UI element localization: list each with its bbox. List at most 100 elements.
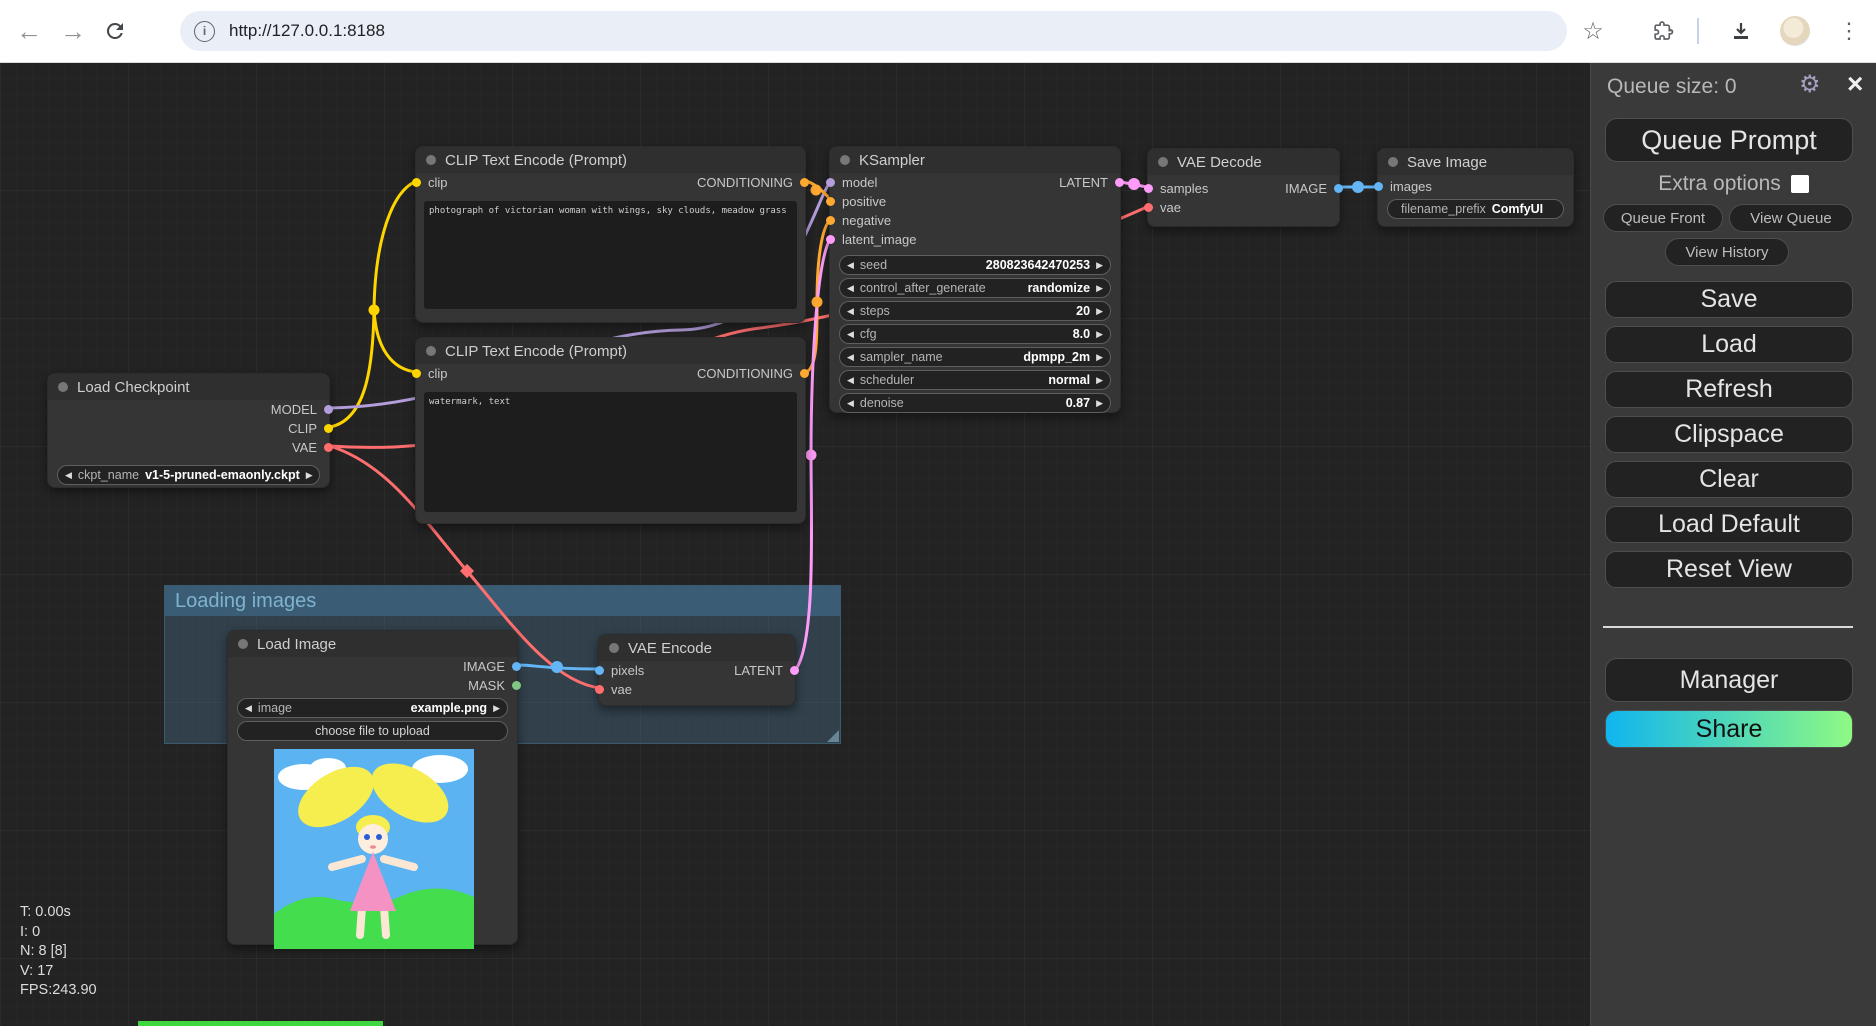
output-socket-image[interactable]	[1334, 184, 1343, 193]
widget-denoise[interactable]: ◀denoise0.87▶	[839, 393, 1111, 413]
reload-icon[interactable]	[100, 16, 130, 46]
widget-image-select[interactable]: ◀imageexample.png▶	[237, 698, 508, 718]
close-icon[interactable]: ×	[1847, 68, 1863, 100]
next-arrow-icon[interactable]: ▶	[493, 703, 500, 714]
collapse-dot[interactable]	[840, 155, 850, 165]
input-socket-clip[interactable]	[412, 178, 421, 187]
load-button[interactable]: Load	[1605, 326, 1853, 363]
prev-arrow-icon[interactable]: ◀	[847, 306, 854, 317]
view-queue-button[interactable]: View Queue	[1729, 204, 1853, 232]
forward-icon[interactable]: →	[58, 16, 88, 46]
clear-button[interactable]: Clear	[1605, 461, 1853, 498]
download-icon[interactable]	[1726, 16, 1756, 46]
queue-front-button[interactable]: Queue Front	[1603, 204, 1723, 232]
output-socket-clip[interactable]	[324, 424, 333, 433]
node-vae-decode[interactable]: VAE Decode samplesIMAGE vae	[1147, 148, 1340, 227]
next-arrow-icon[interactable]: ▶	[1096, 375, 1103, 386]
output-socket-mask[interactable]	[512, 681, 521, 690]
output-socket-latent[interactable]	[1115, 178, 1124, 187]
node-load-checkpoint[interactable]: Load Checkpoint MODEL CLIP VAE ◀ckpt_nam…	[47, 373, 330, 488]
collapse-dot[interactable]	[238, 639, 248, 649]
choose-file-button[interactable]: choose file to upload	[237, 721, 508, 741]
prev-arrow-icon[interactable]: ◀	[847, 375, 854, 386]
output-label-vae: VAE	[292, 440, 317, 455]
input-socket-samples[interactable]	[1144, 184, 1153, 193]
widget-control-after-generate[interactable]: ◀control_after_generaterandomize▶	[839, 278, 1111, 298]
output-label-model: MODEL	[271, 402, 317, 417]
widget-scheduler[interactable]: ◀schedulernormal▶	[839, 370, 1111, 390]
collapse-dot[interactable]	[426, 155, 436, 165]
settings-gear-icon[interactable]: ⚙	[1799, 70, 1821, 99]
input-socket-model[interactable]	[826, 178, 835, 187]
prev-arrow-icon[interactable]: ◀	[847, 260, 854, 271]
prev-arrow-icon[interactable]: ◀	[847, 329, 854, 340]
next-arrow-icon[interactable]: ▶	[1096, 398, 1103, 409]
extensions-icon[interactable]	[1648, 16, 1678, 46]
input-socket-images[interactable]	[1374, 182, 1383, 191]
input-socket-latent-image[interactable]	[826, 235, 835, 244]
node-ksampler[interactable]: KSampler modelLATENT positive negative l…	[829, 146, 1121, 413]
input-socket-negative[interactable]	[826, 216, 835, 225]
output-socket-model[interactable]	[324, 405, 333, 414]
node-vae-encode[interactable]: VAE Encode pixelsLATENT vae	[598, 634, 796, 706]
load-default-button[interactable]: Load Default	[1605, 506, 1853, 543]
widget-cfg[interactable]: ◀cfg8.0▶	[839, 324, 1111, 344]
node-load-image[interactable]: Load Image IMAGE MASK ◀imageexample.png▶…	[227, 630, 518, 945]
collapse-dot[interactable]	[1158, 157, 1168, 167]
next-arrow-icon[interactable]: ▶	[1096, 306, 1103, 317]
widget-ckpt-name[interactable]: ◀ckpt_namev1-5-pruned-emaonly.ckpt▶	[57, 465, 320, 485]
output-socket-conditioning[interactable]	[800, 369, 809, 378]
next-arrow-icon[interactable]: ▶	[1096, 283, 1103, 294]
input-socket-clip[interactable]	[412, 369, 421, 378]
output-socket-conditioning[interactable]	[800, 178, 809, 187]
group-title[interactable]: Loading images	[165, 586, 840, 616]
extra-options-checkbox[interactable]	[1791, 175, 1809, 193]
prev-arrow-icon[interactable]: ◀	[65, 470, 72, 481]
prev-arrow-icon[interactable]: ◀	[245, 703, 252, 714]
widget-sampler-name[interactable]: ◀sampler_namedpmpp_2m▶	[839, 347, 1111, 367]
share-button[interactable]: Share	[1605, 710, 1853, 748]
save-button[interactable]: Save	[1605, 281, 1853, 318]
prev-arrow-icon[interactable]: ◀	[847, 283, 854, 294]
prompt-textarea[interactable]: photograph of victorian woman with wings…	[424, 201, 797, 309]
widget-seed[interactable]: ◀seed280823642470253▶	[839, 255, 1111, 275]
input-socket-pixels[interactable]	[595, 666, 604, 675]
output-socket-vae[interactable]	[324, 443, 333, 452]
profile-avatar[interactable]	[1780, 16, 1810, 46]
widget-filename-prefix[interactable]: filename_prefixComfyUI	[1387, 199, 1564, 219]
output-socket-latent[interactable]	[790, 666, 799, 675]
input-socket-vae[interactable]	[595, 685, 604, 694]
next-arrow-icon[interactable]: ▶	[306, 470, 313, 481]
node-clip-text-encode-positive[interactable]: CLIP Text Encode (Prompt) clipCONDITIONI…	[415, 146, 806, 323]
clipspace-button[interactable]: Clipspace	[1605, 416, 1853, 453]
input-socket-positive[interactable]	[826, 197, 835, 206]
view-history-button[interactable]: View History	[1665, 238, 1789, 266]
reset-view-button[interactable]: Reset View	[1605, 551, 1853, 588]
bookmark-star-icon[interactable]: ☆	[1578, 16, 1608, 46]
refresh-button[interactable]: Refresh	[1605, 371, 1853, 408]
collapse-dot[interactable]	[426, 346, 436, 356]
browser-menu-icon[interactable]: ⋮	[1834, 16, 1864, 46]
prompt-textarea[interactable]: watermark, text	[424, 392, 797, 512]
manager-button[interactable]: Manager	[1605, 658, 1853, 702]
widget-steps[interactable]: ◀steps20▶	[839, 301, 1111, 321]
site-info-icon[interactable]: i	[194, 21, 215, 42]
input-label-images: images	[1390, 179, 1432, 194]
collapse-dot[interactable]	[58, 382, 68, 392]
node-title: KSampler	[859, 152, 925, 169]
collapse-dot[interactable]	[609, 643, 619, 653]
node-clip-text-encode-negative[interactable]: CLIP Text Encode (Prompt) clipCONDITIONI…	[415, 337, 806, 524]
prev-arrow-icon[interactable]: ◀	[847, 352, 854, 363]
output-socket-image[interactable]	[512, 662, 521, 671]
queue-prompt-button[interactable]: Queue Prompt	[1605, 118, 1853, 162]
input-socket-vae[interactable]	[1144, 203, 1153, 212]
next-arrow-icon[interactable]: ▶	[1096, 329, 1103, 340]
group-resize-handle[interactable]	[827, 730, 839, 742]
prev-arrow-icon[interactable]: ◀	[847, 398, 854, 409]
collapse-dot[interactable]	[1388, 157, 1398, 167]
next-arrow-icon[interactable]: ▶	[1096, 352, 1103, 363]
address-bar[interactable]: i http://127.0.0.1:8188	[180, 11, 1567, 51]
next-arrow-icon[interactable]: ▶	[1096, 260, 1103, 271]
back-icon[interactable]: ←	[14, 16, 44, 46]
node-save-image[interactable]: Save Image images filename_prefixComfyUI	[1377, 148, 1574, 227]
